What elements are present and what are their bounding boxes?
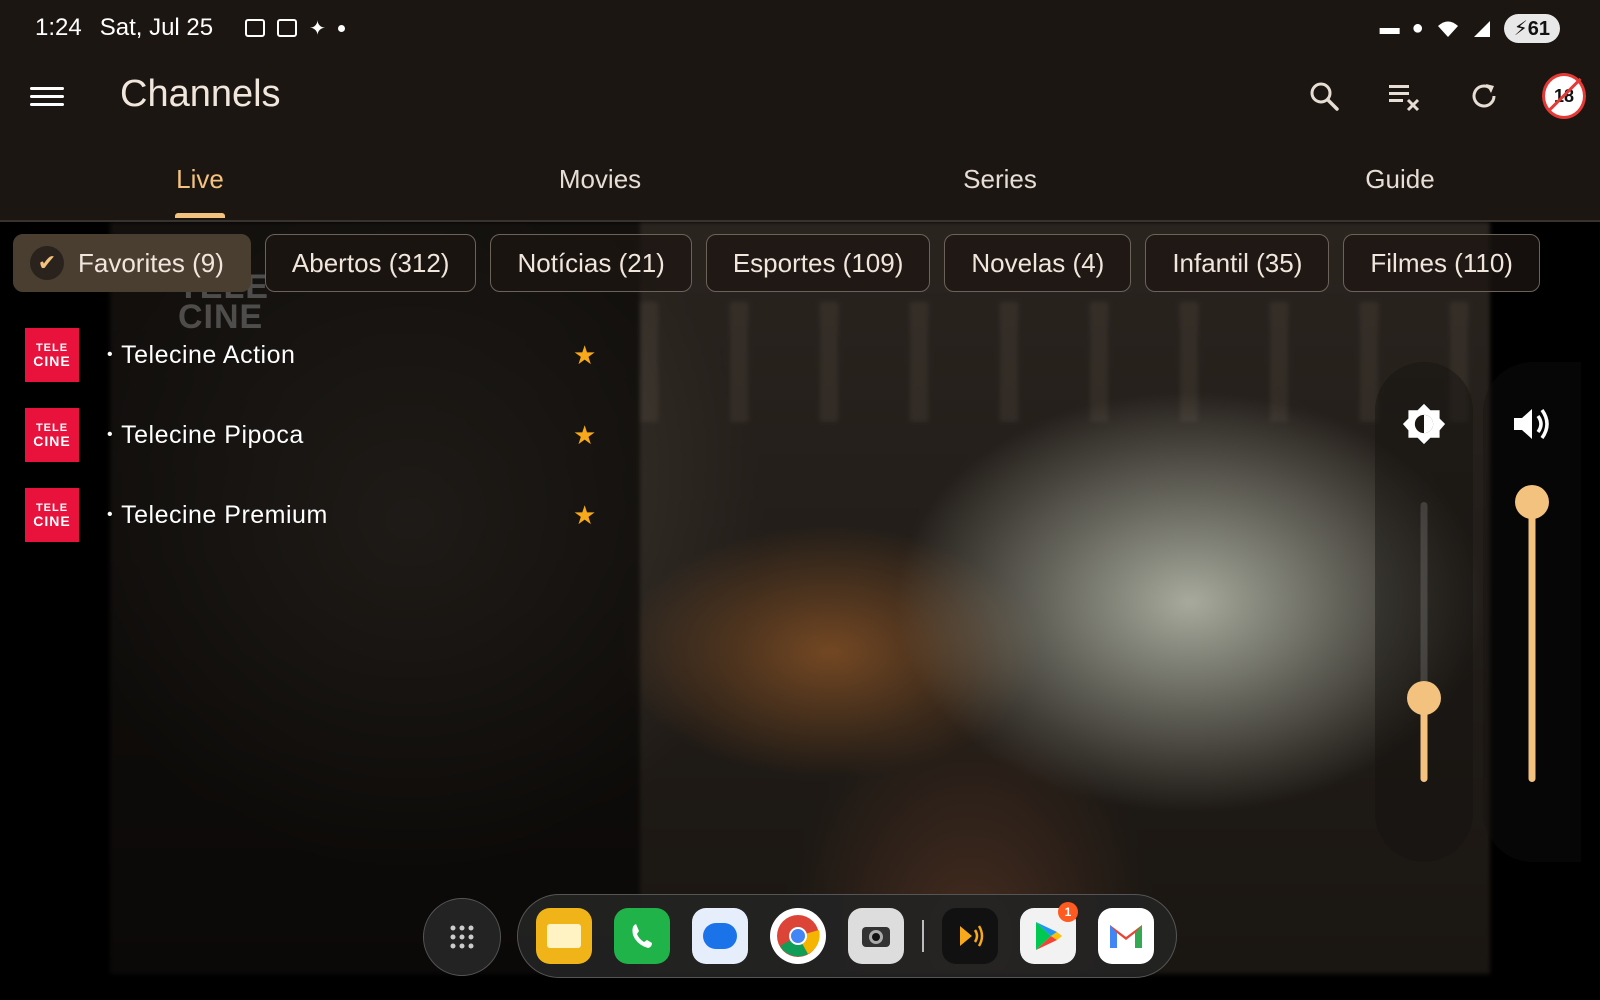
tab-indicator [175, 213, 225, 218]
notification-badge: 1 [1058, 902, 1078, 922]
refresh-button[interactable] [1462, 74, 1506, 118]
star-icon[interactable]: ★ [573, 340, 596, 371]
under-18-icon: 18 [1542, 73, 1586, 119]
channel-row[interactable]: TELECINE Telecine Premium ★ [25, 475, 615, 555]
audio-app-icon[interactable] [942, 908, 998, 964]
status-bar: 1:24 Sat, Jul 25 ✦ ▬ ● ⚡61 [0, 0, 1600, 60]
star-icon[interactable]: ★ [573, 420, 596, 451]
tab-movies-label: Movies [558, 164, 642, 194]
chip-label: Favorites (9) [78, 247, 224, 278]
chip-label: Notícias (21) [517, 247, 665, 278]
files-app-icon[interactable] [536, 908, 592, 964]
clear-list-icon [1389, 85, 1420, 112]
wifi-icon [1437, 21, 1458, 37]
channel-name: Telecine Pipoca [107, 421, 304, 450]
logo-bottom: CINE [33, 513, 71, 529]
tab-series-label: Series [963, 164, 1037, 194]
chip-noticias[interactable]: Notícias (21) [490, 234, 692, 292]
accessibility-icon: ✦ [309, 17, 326, 40]
calendar-icon [277, 19, 298, 37]
parental-badge-label: 18 [1553, 85, 1575, 106]
signal-icon [1473, 20, 1490, 37]
tab-live[interactable]: Live [0, 160, 400, 218]
page-title: Channels [120, 73, 281, 115]
tab-bar: Live Movies Series Guide [0, 160, 1600, 218]
tab-guide-label: Guide [1365, 164, 1435, 194]
chip-label: Esportes (109) [732, 247, 904, 278]
brightness-panel [1375, 362, 1473, 862]
grid-icon [450, 925, 474, 949]
battery-icon: ⚡61 [1503, 14, 1560, 43]
chip-novelas[interactable]: Novelas (4) [944, 234, 1132, 292]
chip-infantil[interactable]: Infantil (35) [1145, 234, 1330, 292]
channel-name: Telecine Action [107, 341, 295, 370]
location-icon: ● [1411, 17, 1424, 39]
clear-list-button[interactable] [1382, 74, 1426, 118]
dock-divider [922, 920, 924, 952]
telecine-logo: TELE CINE [25, 328, 79, 382]
tab-live-label: Live [176, 164, 224, 194]
play-store-app-icon[interactable]: 1 [1020, 902, 1078, 964]
app-bar: Channels 18 Live Movies Series Guide [0, 60, 1600, 222]
brightness-icon [1402, 402, 1446, 446]
gmail-app-icon[interactable] [1098, 908, 1154, 964]
bed-icon: ▬ [1379, 17, 1400, 39]
channel-row[interactable]: TELECINE Telecine Pipoca ★ [25, 395, 615, 475]
logo-bottom: CINE [33, 353, 71, 369]
star-icon[interactable]: ★ [573, 500, 596, 531]
volume-fill [1528, 502, 1536, 782]
tab-guide[interactable]: Guide [1200, 160, 1600, 218]
notification-icon [245, 19, 266, 37]
phone-app-icon[interactable] [614, 908, 670, 964]
menu-icon[interactable] [30, 82, 64, 108]
tab-movies[interactable]: Movies [400, 160, 800, 218]
chip-abertos[interactable]: Abertos (312) [264, 234, 477, 292]
parental-control-button[interactable]: 18 [1542, 73, 1586, 119]
chip-label: Novelas (4) [971, 247, 1105, 278]
chip-label: Infantil (35) [1172, 247, 1303, 278]
channel-name: Telecine Premium [107, 501, 328, 530]
category-chips: ✔ Favorites (9) Abertos (312) Notícias (… [0, 234, 1600, 302]
volume-panel [1483, 362, 1581, 862]
chip-favorites[interactable]: ✔ Favorites (9) [13, 234, 251, 292]
app-drawer-button[interactable] [423, 898, 501, 976]
search-button[interactable] [1302, 74, 1346, 118]
refresh-icon [1472, 84, 1496, 108]
battery-level: 61 [1527, 18, 1550, 40]
search-icon [1310, 82, 1339, 111]
status-date: Sat, Jul 25 [99, 14, 214, 41]
chip-label: Abertos (312) [291, 247, 450, 278]
chip-filmes[interactable]: Filmes (110) [1343, 234, 1540, 292]
video-detail [640, 302, 1490, 422]
camera-app-icon[interactable] [848, 908, 904, 964]
check-icon: ✔ [30, 246, 64, 280]
brightness-slider-thumb[interactable] [1407, 681, 1441, 715]
tab-series[interactable]: Series [800, 160, 1200, 218]
taskbar-dock: 1 [517, 894, 1177, 978]
channel-row[interactable]: TELECINE Telecine Action ★ [25, 315, 615, 395]
chrome-app-icon[interactable] [770, 908, 826, 964]
telecine-logo: TELE CINE [25, 408, 79, 462]
dot-icon [337, 24, 345, 32]
channel-list: TELECINE Telecine Action ★ TELECINE Tele… [25, 315, 615, 555]
messages-app-icon[interactable] [692, 908, 748, 964]
telecine-logo: TELE CINE [25, 488, 79, 542]
chip-label: Filmes (110) [1370, 247, 1513, 278]
logo-bottom: CINE [33, 433, 71, 449]
chip-esportes[interactable]: Esportes (109) [705, 234, 931, 292]
volume-slider-thumb[interactable] [1515, 485, 1549, 519]
status-time: 1:24 [35, 14, 82, 41]
volume-icon [1510, 402, 1554, 446]
